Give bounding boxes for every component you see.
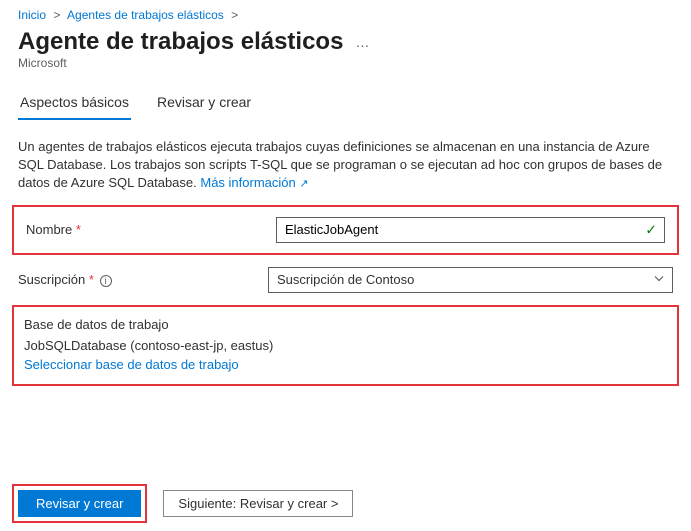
subscription-field-row: Suscripción * i Suscripción de Contoso: [0, 261, 691, 299]
name-field-highlight: Nombre * ✓: [12, 205, 679, 255]
review-create-button[interactable]: Revisar y crear: [18, 490, 141, 517]
tab-basics[interactable]: Aspectos básicos: [18, 88, 131, 120]
chevron-down-icon: [653, 272, 665, 287]
name-label: Nombre *: [26, 222, 276, 237]
description: Un agentes de trabajos elásticos ejecuta…: [0, 120, 691, 199]
tabs: Aspectos básicos Revisar y crear: [0, 76, 691, 120]
external-link-icon: ↗: [299, 178, 308, 190]
job-database-heading: Base de datos de trabajo: [24, 317, 667, 332]
next-button[interactable]: Siguiente: Revisar y crear >: [163, 490, 353, 517]
check-icon: ✓: [645, 221, 657, 238]
page-title: Agente de trabajos elásticos: [18, 28, 343, 56]
name-input[interactable]: [276, 217, 665, 243]
info-icon[interactable]: i: [100, 275, 112, 287]
more-info-link[interactable]: Más información ↗: [200, 175, 308, 190]
select-job-database-link[interactable]: Seleccionar base de datos de trabajo: [24, 357, 239, 372]
job-database-section: Base de datos de trabajo JobSQLDatabase …: [12, 305, 679, 386]
chevron-right-icon: >: [231, 8, 238, 22]
breadcrumb: Inicio > Agentes de trabajos elásticos >: [0, 0, 691, 26]
job-database-value: JobSQLDatabase (contoso-east-jp, eastus): [24, 338, 667, 353]
footer: Revisar y crear Siguiente: Revisar y cre…: [0, 484, 691, 523]
chevron-right-icon: >: [53, 8, 60, 22]
review-create-highlight: Revisar y crear: [12, 484, 147, 523]
tab-review[interactable]: Revisar y crear: [155, 88, 253, 120]
page-publisher: Microsoft: [0, 56, 691, 76]
subscription-select[interactable]: Suscripción de Contoso: [268, 267, 673, 293]
more-menu-icon[interactable]: …: [355, 34, 370, 50]
breadcrumb-home[interactable]: Inicio: [18, 8, 46, 22]
breadcrumb-section[interactable]: Agentes de trabajos elásticos: [67, 8, 224, 22]
name-field-row: Nombre * ✓: [20, 213, 671, 247]
subscription-label: Suscripción * i: [18, 272, 268, 287]
description-text: Un agentes de trabajos elásticos ejecuta…: [18, 139, 662, 190]
